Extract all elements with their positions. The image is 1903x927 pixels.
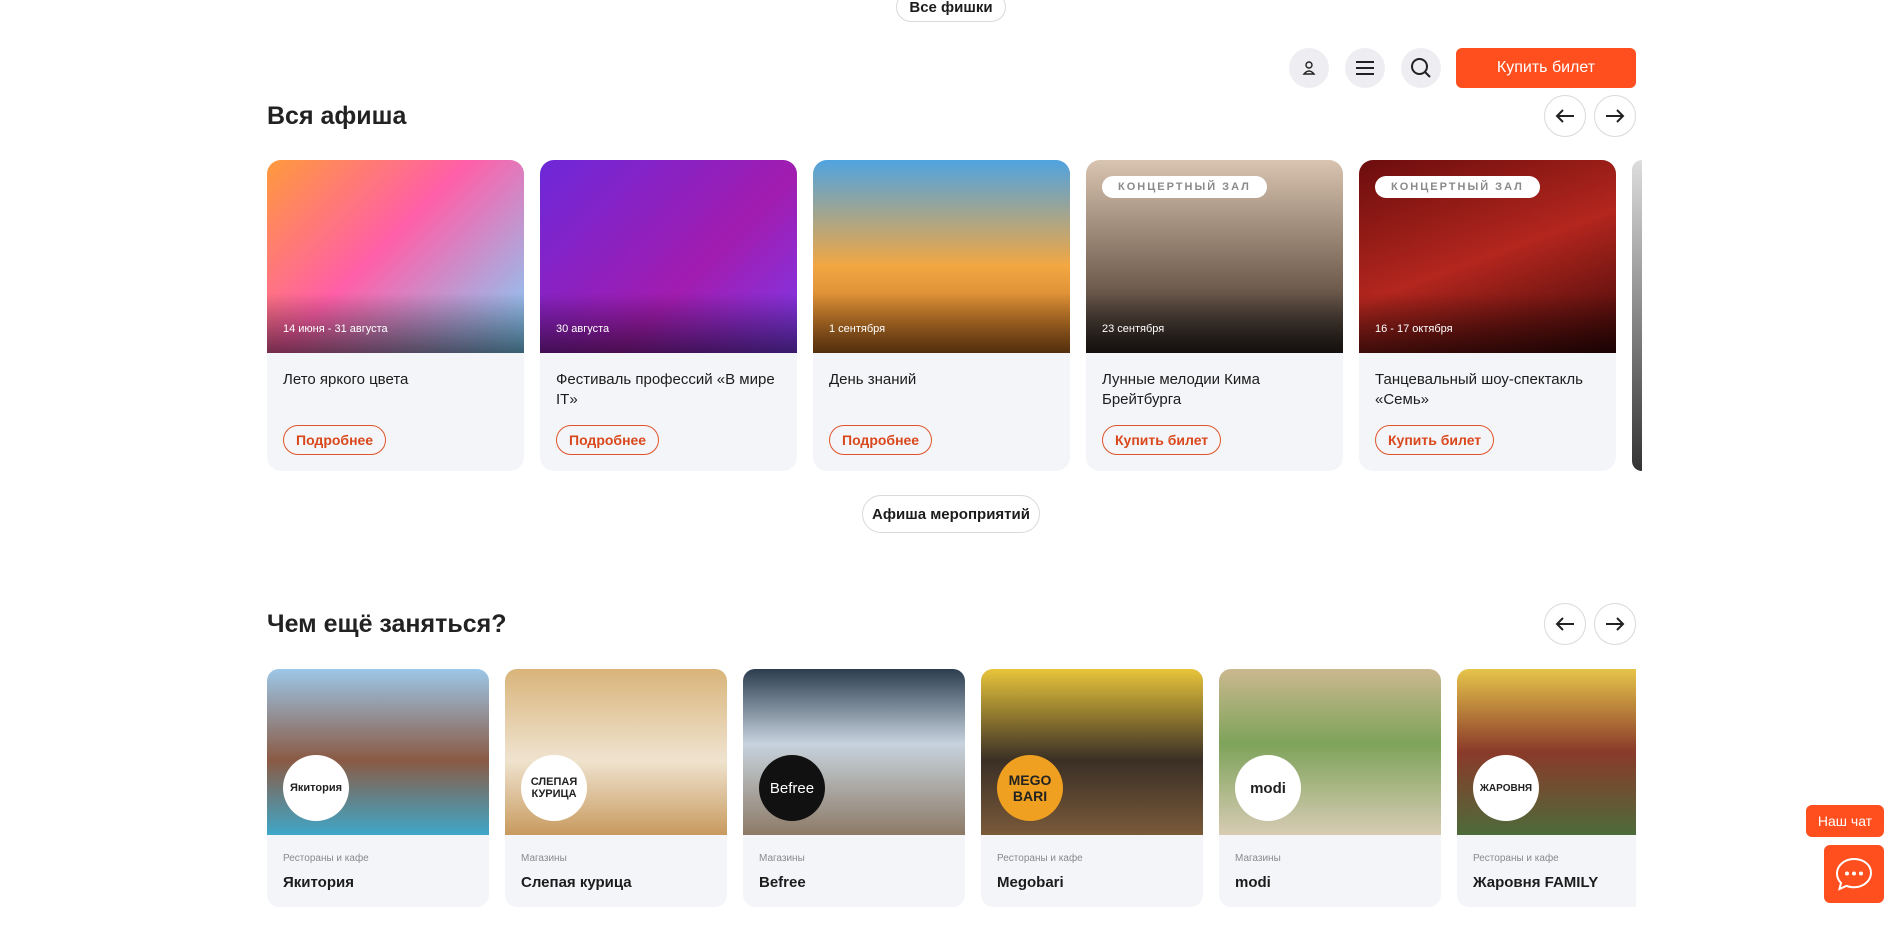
search-icon[interactable] [1401, 48, 1441, 88]
event-date: 1 сентября [829, 323, 886, 335]
places-next-button[interactable] [1594, 603, 1636, 645]
menu-icon[interactable] [1345, 48, 1385, 88]
place-image: modi [1219, 669, 1441, 835]
chat-bubble-icon [1835, 857, 1873, 891]
events-afisha-button[interactable]: Афиша мероприятий [862, 495, 1040, 533]
place-image: ЖАРОВНЯ [1457, 669, 1636, 835]
venue-tag: КОНЦЕРТНЫЙ ЗАЛ [1102, 176, 1267, 198]
arrow-left-icon [1555, 109, 1574, 123]
events-carousel: 14 июня - 31 августа Лето яркого цвета П… [267, 160, 1642, 471]
event-image: 14 июня - 31 августа [267, 160, 524, 353]
event-date: 14 июня - 31 августа [283, 323, 388, 335]
events-next-button[interactable] [1594, 95, 1636, 137]
place-category: Рестораны и кафе [997, 853, 1083, 864]
details-button[interactable]: Подробнее [283, 425, 387, 455]
place-image: Befree [743, 669, 965, 835]
place-card[interactable]: ЖАРОВНЯ Рестораны и кафе Жаровня FAMILY [1457, 669, 1636, 907]
place-category: Рестораны и кафе [1473, 853, 1559, 864]
place-category: Магазины [1235, 853, 1281, 864]
venue-tag: КОНЦЕРТНЫЙ ЗАЛ [1375, 176, 1540, 198]
places-prev-button[interactable] [1544, 603, 1586, 645]
chat-label[interactable]: Наш чат [1806, 805, 1884, 837]
place-card[interactable]: Befree Магазины Befree [743, 669, 965, 907]
event-date: 16 - 17 октября [1375, 323, 1453, 335]
event-card[interactable]: КОНЦЕРТНЫЙ ЗАЛ 16 - 17 октября Танцеваль… [1359, 160, 1616, 471]
event-date: 23 сентября [1102, 323, 1165, 335]
event-card[interactable]: 1 сентября День знаний Подробнее [813, 160, 1070, 471]
event-card[interactable]: 30 августа Фестиваль профессий «В мире I… [540, 160, 797, 471]
place-logo: ЖАРОВНЯ [1473, 755, 1539, 821]
buy-ticket-button[interactable]: Купить билет [1102, 425, 1222, 455]
event-title: Танцевальный шоу-спектакль «Семь» [1375, 371, 1583, 408]
event-card[interactable]: 14 июня - 31 августа Лето яркого цвета П… [267, 160, 524, 471]
arrow-right-icon [1606, 109, 1625, 123]
event-image: 1 сентября [813, 160, 1070, 353]
buy-ticket-button[interactable]: Купить билет [1375, 425, 1495, 455]
arrow-left-icon [1555, 617, 1574, 631]
place-card[interactable]: СЛЕПАЯ КУРИЦА Магазины Слепая курица [505, 669, 727, 907]
event-image: 30 августа [540, 160, 797, 353]
place-name: Слепая курица [521, 874, 632, 891]
details-button[interactable]: Подробнее [556, 425, 660, 455]
place-name: Befree [759, 874, 806, 891]
events-section-title: Вся афиша [267, 102, 407, 130]
place-image: MEGO BARI [981, 669, 1203, 835]
place-logo: MEGO BARI [997, 755, 1063, 821]
event-title: День знаний [829, 371, 917, 388]
event-card-partial [1632, 160, 1642, 471]
place-card[interactable]: Якитория Рестораны и кафе Якитория [267, 669, 489, 907]
place-name: Якитория [283, 874, 354, 891]
place-logo: Befree [759, 755, 825, 821]
event-image: КОНЦЕРТНЫЙ ЗАЛ 16 - 17 октября [1359, 160, 1616, 353]
event-title: Фестиваль профессий «В мире IT» [556, 371, 775, 408]
place-name: Жаровня FAMILY [1473, 874, 1599, 891]
place-image: СЛЕПАЯ КУРИЦА [505, 669, 727, 835]
places-section-title: Чем ещё заняться? [267, 610, 507, 638]
place-name: Megobari [997, 874, 1064, 891]
all-chips-button[interactable]: Все фишки [896, 0, 1006, 22]
user-icon[interactable] [1289, 48, 1329, 88]
events-prev-button[interactable] [1544, 95, 1586, 137]
place-image: Якитория [267, 669, 489, 835]
event-date: 30 августа [556, 323, 610, 335]
event-title: Лунные мелодии Кима Брейтбурга [1102, 371, 1260, 408]
arrow-right-icon [1606, 617, 1625, 631]
event-card[interactable]: КОНЦЕРТНЫЙ ЗАЛ 23 сентября Лунные мелоди… [1086, 160, 1343, 471]
place-name: modi [1235, 874, 1271, 891]
place-logo: Якитория [283, 755, 349, 821]
chat-button[interactable] [1824, 845, 1884, 903]
event-image: КОНЦЕРТНЫЙ ЗАЛ 23 сентября [1086, 160, 1343, 353]
place-card[interactable]: modi Магазины modi [1219, 669, 1441, 907]
details-button[interactable]: Подробнее [829, 425, 933, 455]
event-title: Лето яркого цвета [283, 371, 409, 388]
place-category: Рестораны и кафе [283, 853, 369, 864]
place-logo: СЛЕПАЯ КУРИЦА [521, 755, 587, 821]
place-card[interactable]: MEGO BARI Рестораны и кафе Megobari [981, 669, 1203, 907]
places-carousel: Якитория Рестораны и кафе Якитория СЛЕПА… [267, 669, 1636, 907]
place-category: Магазины [521, 853, 567, 864]
buy-ticket-button[interactable]: Купить билет [1456, 48, 1636, 88]
place-category: Магазины [759, 853, 805, 864]
place-logo: modi [1235, 755, 1301, 821]
